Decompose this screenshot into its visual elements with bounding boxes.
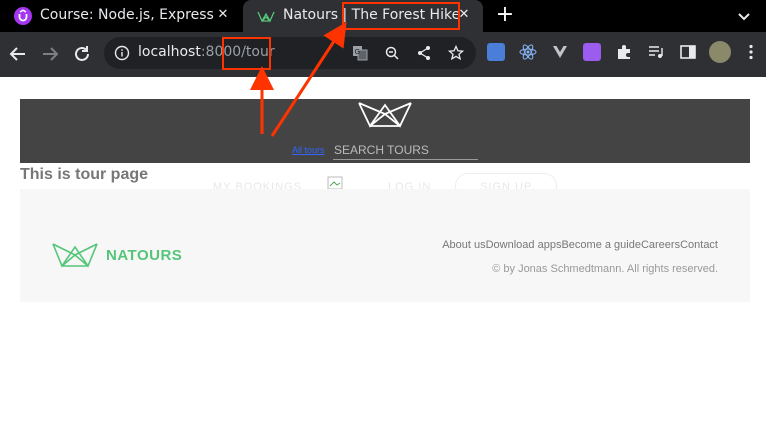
annotation-arrows [250,21,347,137]
arrow-to-tab-title [270,21,347,137]
